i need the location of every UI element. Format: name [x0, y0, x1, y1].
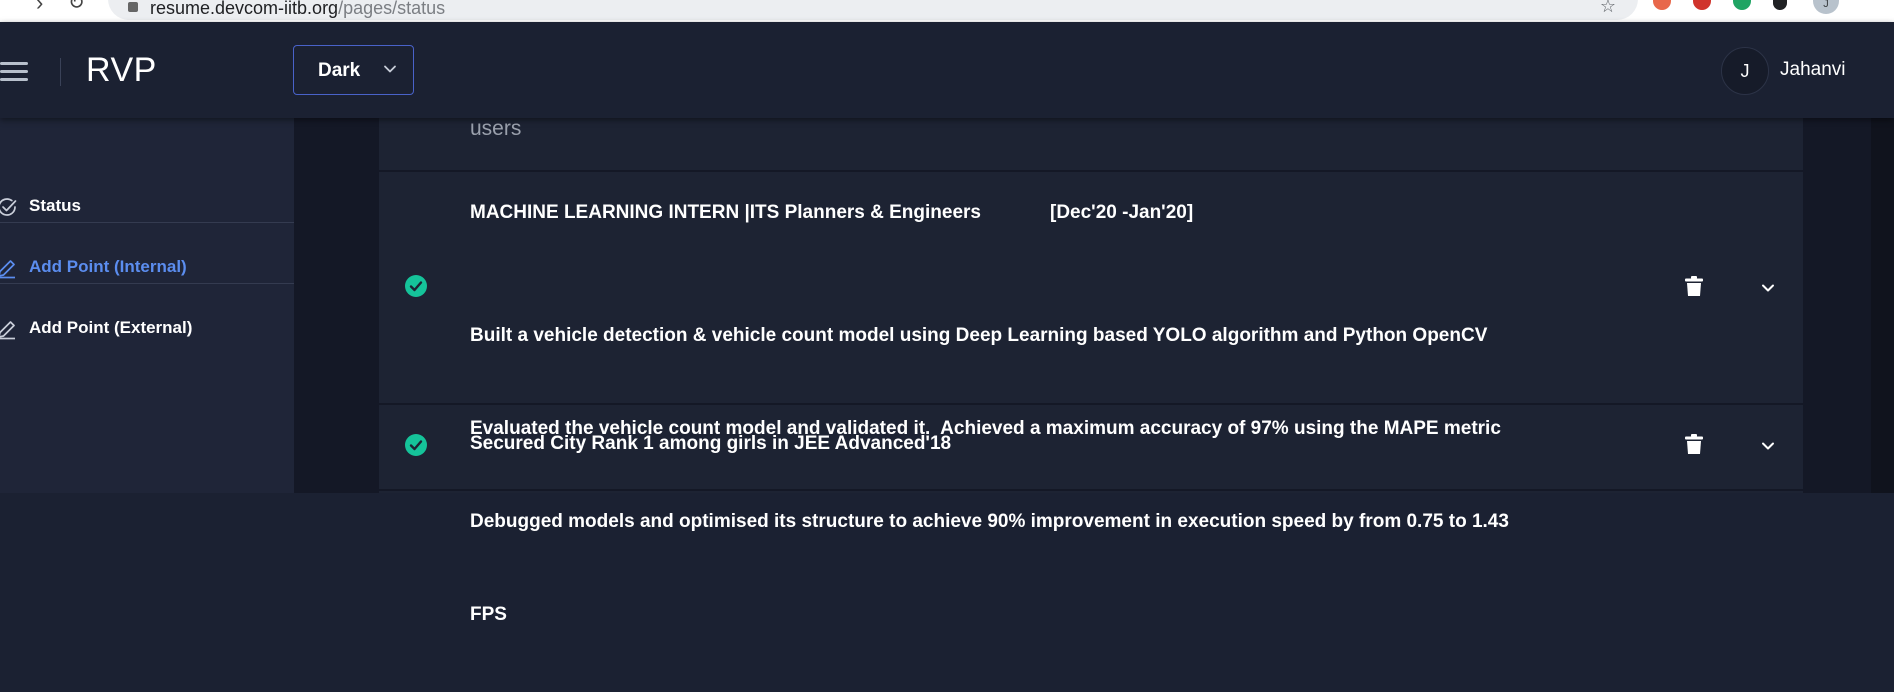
sidebar: Status Add Point (Internal) Add Point (E… — [0, 118, 294, 493]
delete-trash-icon[interactable] — [1684, 433, 1704, 455]
chevron-down-icon[interactable] — [1760, 438, 1776, 454]
row-divider — [379, 170, 1803, 172]
entry-date: [Dec'20 -Jan'20] — [1050, 202, 1194, 223]
entry-title: Secured City Rank 1 among girls in JEE A… — [470, 433, 952, 454]
delete-trash-icon[interactable] — [1684, 275, 1704, 297]
entry-line: FPS — [470, 604, 507, 625]
row-divider — [379, 489, 1803, 491]
check-circle-icon — [0, 198, 17, 216]
extension-gift-icon[interactable] — [1653, 0, 1671, 10]
sidebar-item-add-point-internal[interactable]: Add Point (Internal) — [0, 237, 294, 298]
theme-select-value: Dark — [318, 60, 361, 81]
pencil-icon — [0, 321, 15, 340]
app-header: RVP Dark J Jahanvi — [0, 22, 1894, 118]
chevron-down-icon[interactable] — [1760, 280, 1776, 296]
previous-entry-text: users — [470, 117, 522, 140]
address-bar[interactable]: resume.devcom-iitb.org/pages/status ☆ — [108, 0, 1638, 20]
chevron-down-icon — [384, 65, 396, 73]
bookmark-star-icon[interactable]: ☆ — [1600, 0, 1616, 17]
sidebar-divider — [0, 222, 294, 223]
sidebar-item-add-point-external[interactable]: Add Point (External) — [0, 298, 294, 359]
approved-check-icon — [405, 434, 427, 456]
forward-icon[interactable]: › — [36, 0, 43, 14]
entry-line: Built a vehicle detection & vehicle coun… — [470, 325, 1488, 346]
url-text: resume.devcom-iitb.org/pages/status — [150, 0, 446, 18]
header-divider — [60, 58, 61, 86]
sidebar-item-label: Status — [29, 196, 81, 215]
sidebar-divider — [0, 283, 294, 284]
user-name[interactable]: Jahanvi — [1780, 59, 1846, 81]
entry-title: MACHINE LEARNING INTERN |ITS Planners & … — [470, 202, 981, 223]
sidebar-item-status[interactable]: Status — [0, 176, 294, 237]
row-divider — [379, 403, 1803, 405]
entry-line: Debugged models and optimised its struct… — [470, 511, 1509, 532]
extension-red-icon[interactable] — [1693, 0, 1711, 10]
approved-check-icon — [405, 275, 427, 297]
reload-icon[interactable]: ↻ — [68, 0, 85, 14]
scrollbar-track[interactable] — [1871, 118, 1894, 493]
menu-icon[interactable] — [0, 62, 30, 82]
browser-toolbar: › ↻ resume.devcom-iitb.org/pages/status … — [0, 0, 1894, 22]
extension-grammarly-icon[interactable] — [1733, 0, 1751, 10]
profile-avatar[interactable]: J — [1813, 0, 1839, 14]
sidebar-item-label: Add Point (External) — [29, 318, 193, 337]
user-avatar[interactable]: J — [1721, 47, 1769, 95]
pencil-icon — [0, 260, 15, 279]
extensions-puzzle-icon[interactable] — [1773, 0, 1787, 10]
app-title: RVP — [86, 51, 157, 89]
entry-description: Built a vehicle detection & vehicle coun… — [470, 258, 1540, 692]
theme-select[interactable]: Dark — [293, 45, 414, 95]
lock-icon — [128, 2, 138, 12]
sidebar-item-label: Add Point (Internal) — [29, 257, 187, 276]
